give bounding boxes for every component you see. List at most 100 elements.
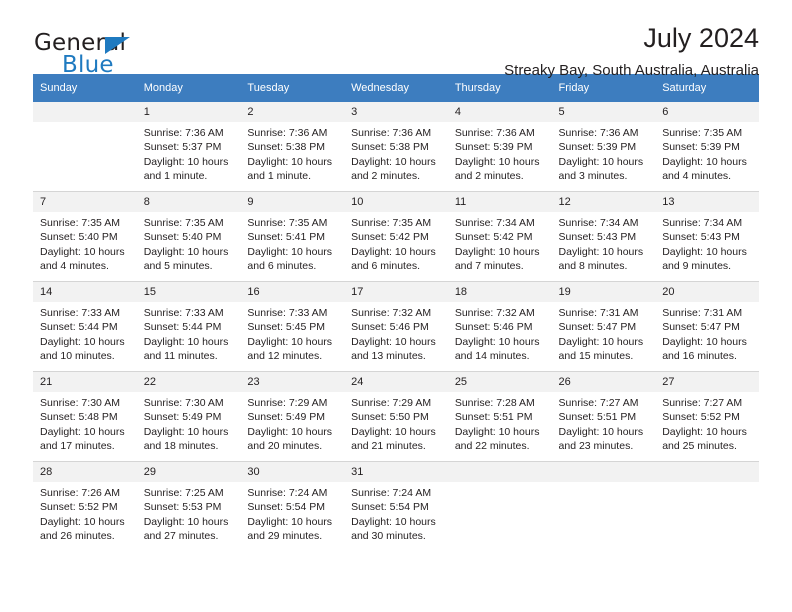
- day-details: Sunrise: 7:34 AM Sunset: 5:43 PM Daylight:…: [552, 212, 656, 274]
- calendar-day-cell[interactable]: 14 Sunrise: 7:33 AM Sunset: 5:44 PM Dayligh…: [33, 281, 137, 372]
- day-details: Sunrise: 7:33 AM Sunset: 5:44 PM Daylight:…: [33, 302, 137, 364]
- day-details: Sunrise: 7:27 AM Sunset: 5:51 PM Daylight:…: [552, 392, 656, 454]
- calendar-day-cell[interactable]: 22 Sunrise: 7:30 AM Sunset: 5:49 PM Dayligh…: [136, 371, 241, 462]
- day-detail-line: and 14 minutes.: [454, 350, 530, 363]
- day-number: 22: [136, 372, 241, 392]
- calendar-day-cell[interactable]: 23 Sunrise: 7:29 AM Sunset: 5:49 PM Dayligh…: [240, 371, 345, 462]
- calendar-day-cell[interactable]: 9 Sunrise: 7:35 AM Sunset: 5:41 PM Daylight…: [240, 191, 345, 282]
- day-number: [33, 102, 137, 122]
- day-detail-line: Sunset: 5:40 PM: [40, 231, 118, 244]
- calendar-day-cell[interactable]: 13 Sunrise: 7:34 AM Sunset: 5:43 PM Dayligh…: [655, 191, 759, 282]
- calendar-day-cell[interactable]: 25 Sunrise: 7:28 AM Sunset: 5:51 PM Dayligh…: [447, 371, 552, 462]
- calendar-day-cell[interactable]: 29 Sunrise: 7:25 AM Sunset: 5:53 PM Dayligh…: [136, 461, 241, 551]
- calendar-day-cell[interactable]: 21 Sunrise: 7:30 AM Sunset: 5:48 PM Dayligh…: [33, 371, 137, 462]
- calendar-day-cell[interactable]: 18 Sunrise: 7:32 AM Sunset: 5:46 PM Dayligh…: [447, 281, 552, 372]
- day-detail-line: Sunrise: 7:36 AM: [558, 127, 639, 139]
- calendar-day-cell[interactable]: 12 Sunrise: 7:34 AM Sunset: 5:43 PM Dayligh…: [551, 191, 656, 282]
- calendar-day-cell[interactable]: 4 Sunrise: 7:36 AM Sunset: 5:39 PM Daylight…: [447, 102, 552, 192]
- day-detail-line: Sunrise: 7:35 AM: [662, 127, 743, 139]
- day-number: [551, 462, 656, 482]
- day-detail-line: Sunrise: 7:36 AM: [454, 127, 535, 139]
- day-detail-line: Sunrise: 7:33 AM: [247, 307, 328, 319]
- day-number: 23: [240, 372, 345, 392]
- day-detail-line: Sunset: 5:49 PM: [143, 411, 222, 424]
- calendar-day-cell[interactable]: 17 Sunrise: 7:32 AM Sunset: 5:46 PM Dayligh…: [344, 281, 448, 372]
- calendar-day-cell[interactable]: 7 Sunrise: 7:35 AM Sunset: 5:40 PM Daylight…: [33, 191, 137, 282]
- day-detail-line: Daylight: 10 hours: [247, 155, 333, 168]
- day-number: 15: [136, 282, 241, 302]
- calendar-day-cell[interactable]: 26 Sunrise: 7:27 AM Sunset: 5:51 PM Dayligh…: [551, 371, 656, 462]
- day-detail-line: Daylight: 10 hours: [662, 155, 747, 168]
- day-detail-line: Daylight: 10 hours: [558, 425, 644, 438]
- day-detail-line: Sunrise: 7:29 AM: [247, 397, 328, 409]
- calendar-empty-cell: [33, 102, 137, 192]
- day-detail-line: Sunset: 5:38 PM: [351, 141, 429, 154]
- calendar-day-cell[interactable]: 31 Sunrise: 7:24 AM Sunset: 5:54 PM Dayligh…: [344, 461, 448, 551]
- calendar-day-cell[interactable]: 15 Sunrise: 7:33 AM Sunset: 5:44 PM Dayligh…: [136, 281, 241, 372]
- day-detail-line: Sunrise: 7:32 AM: [454, 307, 535, 319]
- day-details: Sunrise: 7:29 AM Sunset: 5:49 PM Daylight:…: [240, 392, 344, 454]
- calendar-day-cell[interactable]: 20 Sunrise: 7:31 AM Sunset: 5:47 PM Dayligh…: [655, 281, 759, 372]
- day-detail-line: Daylight: 10 hours: [247, 515, 333, 528]
- day-detail-line: Sunset: 5:42 PM: [351, 231, 429, 244]
- day-detail-line: and 10 minutes.: [40, 350, 115, 363]
- calendar-day-cell[interactable]: 10 Sunrise: 7:35 AM Sunset: 5:42 PM Dayligh…: [344, 191, 448, 282]
- day-number: 31: [344, 462, 448, 482]
- day-number: 27: [655, 372, 759, 392]
- day-detail-line: Daylight: 10 hours: [454, 155, 540, 168]
- day-detail-line: Daylight: 10 hours: [247, 425, 333, 438]
- day-detail-line: and 23 minutes.: [558, 440, 634, 453]
- day-number: 28: [33, 462, 137, 482]
- calendar-day-cell[interactable]: 8 Sunrise: 7:35 AM Sunset: 5:40 PM Daylight…: [136, 191, 241, 282]
- calendar-day-cell[interactable]: 2 Sunrise: 7:36 AM Sunset: 5:38 PM Daylight…: [240, 102, 345, 192]
- day-detail-line: Daylight: 10 hours: [558, 335, 644, 348]
- day-detail-line: and 2 minutes.: [454, 170, 524, 183]
- day-detail-line: Sunset: 5:47 PM: [662, 321, 740, 334]
- day-details: Sunrise: 7:32 AM Sunset: 5:46 PM Daylight:…: [344, 302, 448, 364]
- calendar-day-cell[interactable]: 19 Sunrise: 7:31 AM Sunset: 5:47 PM Dayligh…: [551, 281, 656, 372]
- day-detail-line: Sunrise: 7:27 AM: [558, 397, 639, 409]
- day-detail-line: Sunrise: 7:30 AM: [143, 397, 224, 409]
- day-detail-line: and 21 minutes.: [351, 440, 426, 453]
- day-number: 14: [33, 282, 137, 302]
- day-number: 10: [344, 192, 448, 212]
- calendar-day-cell[interactable]: 11 Sunrise: 7:34 AM Sunset: 5:42 PM Dayligh…: [447, 191, 552, 282]
- general-blue-logo[interactable]: General Blue: [34, 30, 264, 80]
- day-detail-line: Sunset: 5:43 PM: [662, 231, 740, 244]
- calendar-day-cell[interactable]: 28 Sunrise: 7:26 AM Sunset: 5:52 PM Dayligh…: [33, 461, 137, 551]
- day-number: 25: [447, 372, 552, 392]
- calendar-empty-cell: [551, 461, 656, 551]
- day-detail-line: Sunset: 5:47 PM: [558, 321, 637, 334]
- day-details: Sunrise: 7:29 AM Sunset: 5:50 PM Daylight:…: [344, 392, 448, 454]
- day-details: Sunrise: 7:25 AM Sunset: 5:53 PM Daylight:…: [137, 482, 241, 544]
- day-detail-line: Sunset: 5:44 PM: [143, 321, 222, 334]
- day-detail-line: Daylight: 10 hours: [454, 245, 540, 258]
- calendar-day-cell[interactable]: 30 Sunrise: 7:24 AM Sunset: 5:54 PM Dayligh…: [240, 461, 345, 551]
- day-detail-line: Sunset: 5:48 PM: [40, 411, 118, 424]
- day-detail-line: and 5 minutes.: [143, 260, 213, 273]
- calendar-day-cell[interactable]: 3 Sunrise: 7:36 AM Sunset: 5:38 PM Daylight…: [344, 102, 448, 192]
- day-detail-line: Daylight: 10 hours: [454, 425, 540, 438]
- day-detail-line: Sunrise: 7:31 AM: [558, 307, 639, 319]
- day-details: Sunrise: 7:34 AM Sunset: 5:42 PM Daylight:…: [448, 212, 552, 274]
- day-detail-line: Sunrise: 7:36 AM: [143, 127, 224, 139]
- day-number: [655, 462, 759, 482]
- day-detail-line: Daylight: 10 hours: [143, 515, 229, 528]
- calendar-day-cell[interactable]: 1 Sunrise: 7:36 AM Sunset: 5:37 PM Daylight…: [136, 102, 241, 192]
- calendar-week-row: 21 Sunrise: 7:30 AM Sunset: 5:48 PM Dayligh…: [33, 371, 759, 462]
- calendar-day-cell[interactable]: 6 Sunrise: 7:35 AM Sunset: 5:39 PM Daylight…: [655, 102, 759, 192]
- day-detail-line: Sunset: 5:52 PM: [40, 501, 118, 514]
- day-detail-line: and 7 minutes.: [454, 260, 524, 273]
- day-number: 6: [655, 102, 759, 122]
- calendar-day-cell[interactable]: 24 Sunrise: 7:29 AM Sunset: 5:50 PM Dayligh…: [344, 371, 448, 462]
- calendar-day-cell[interactable]: 5 Sunrise: 7:36 AM Sunset: 5:39 PM Daylight…: [551, 102, 656, 192]
- day-detail-line: Sunrise: 7:26 AM: [40, 487, 120, 499]
- day-detail-line: Sunset: 5:51 PM: [454, 411, 533, 424]
- day-detail-line: Sunrise: 7:30 AM: [40, 397, 120, 409]
- day-detail-line: and 29 minutes.: [247, 530, 323, 543]
- day-detail-line: Sunset: 5:40 PM: [143, 231, 222, 244]
- day-detail-line: Sunrise: 7:29 AM: [351, 397, 432, 409]
- calendar-day-cell[interactable]: 16 Sunrise: 7:33 AM Sunset: 5:45 PM Dayligh…: [240, 281, 345, 372]
- calendar-day-cell[interactable]: 27 Sunrise: 7:27 AM Sunset: 5:52 PM Dayligh…: [655, 371, 759, 462]
- day-details: Sunrise: 7:30 AM Sunset: 5:48 PM Daylight:…: [33, 392, 137, 454]
